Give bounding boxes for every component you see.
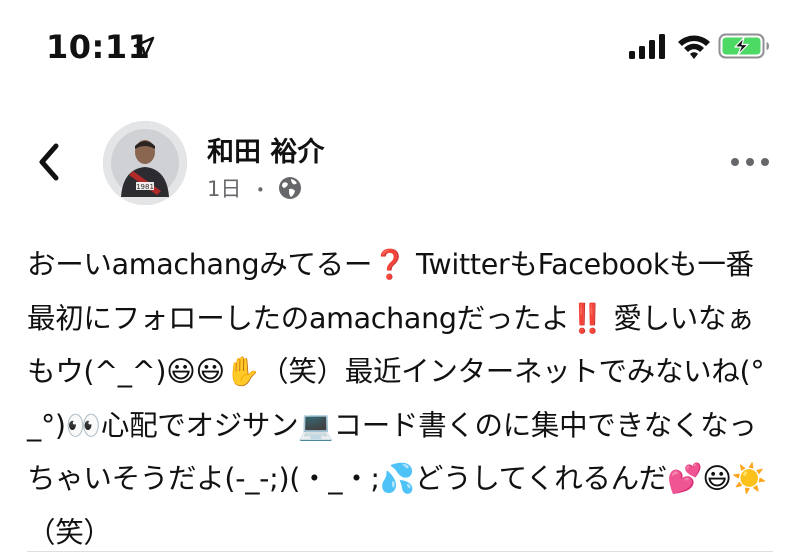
battery-charging-icon <box>718 33 769 59</box>
cellular-signal-icon <box>629 34 665 59</box>
author-name[interactable]: 和田 裕介 <box>207 130 324 169</box>
status-bar: 10:11 <box>0 0 800 90</box>
post-body-text: おーいamachangみてるー❓ TwitterもFacebookも一番最初にフ… <box>27 248 767 549</box>
more-dots-icon <box>731 158 769 166</box>
chevron-left-icon <box>39 143 59 181</box>
location-arrow-icon <box>133 36 155 58</box>
globe-icon <box>279 177 302 199</box>
post-meta: 1日 ・ <box>207 173 302 203</box>
svg-text:1981: 1981 <box>136 183 154 191</box>
meta-separator: ・ <box>250 177 271 202</box>
facebook-post-screen: 10:11 1981 和田 裕介 1日 ・ おーいamachangみてるー❓ T… <box>0 0 800 555</box>
more-options-button[interactable] <box>728 150 772 174</box>
author-avatar[interactable]: 1981 <box>103 121 187 205</box>
post-timestamp[interactable]: 1日 <box>207 173 241 203</box>
wifi-icon <box>678 35 710 59</box>
divider <box>27 551 773 552</box>
avatar-photo: 1981 <box>103 121 187 205</box>
back-button[interactable] <box>30 136 70 188</box>
